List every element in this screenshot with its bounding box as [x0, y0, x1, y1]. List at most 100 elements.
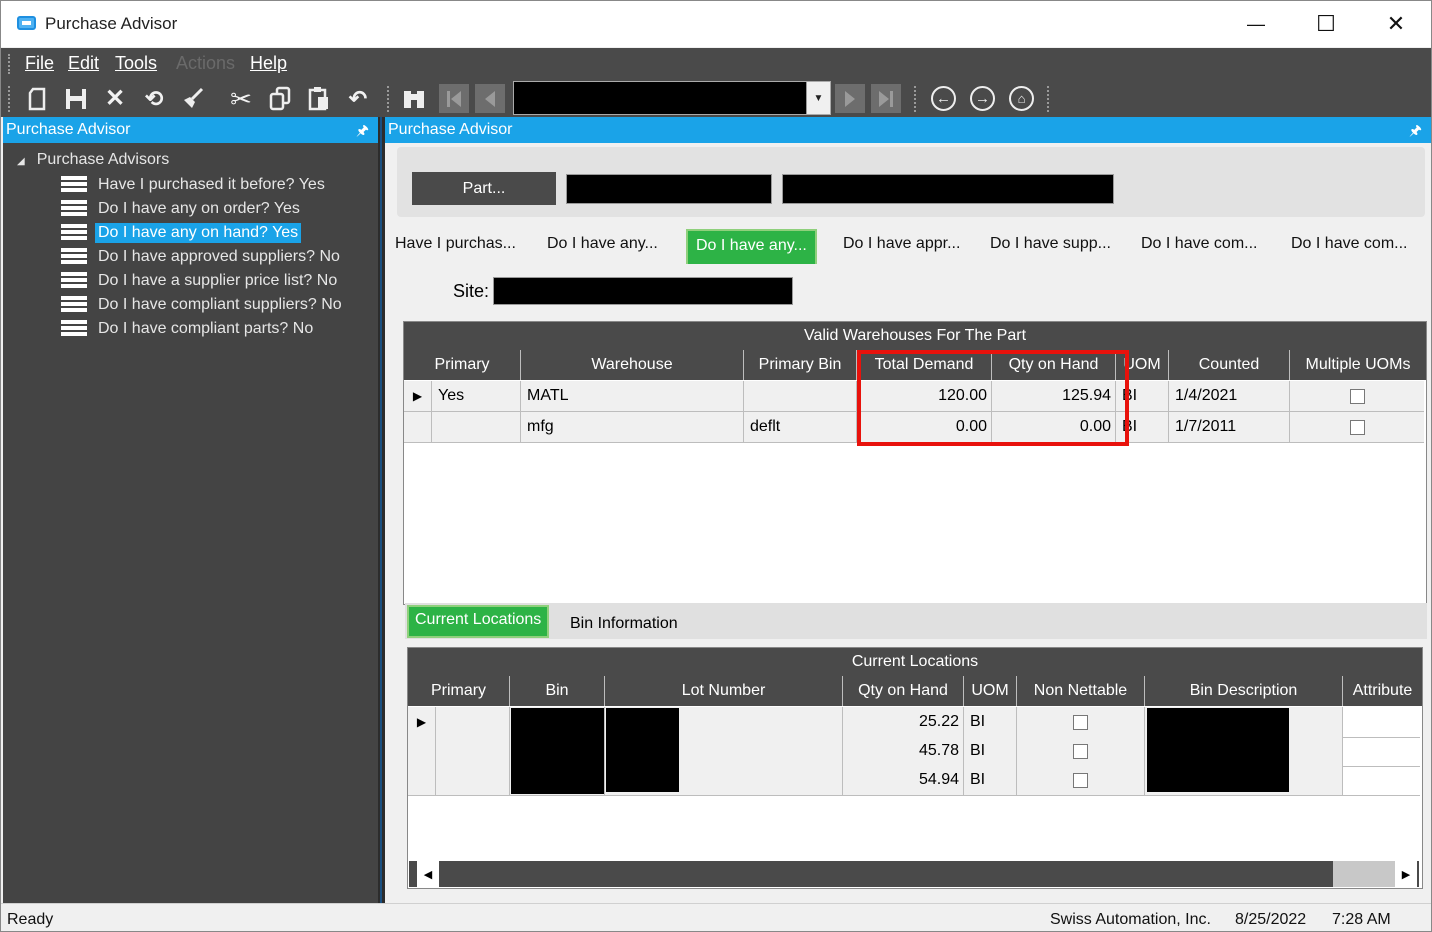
tab-on-hand[interactable]: Do I have any... — [686, 229, 817, 264]
cell-non-nettable[interactable] — [1017, 736, 1145, 766]
tree-item-on-hand[interactable]: Do I have any on hand? Yes — [61, 221, 302, 245]
cell-uom[interactable]: BI — [964, 736, 1017, 766]
multiple-uoms-checkbox[interactable] — [1349, 419, 1365, 435]
tree-item-compliant-suppliers[interactable]: Do I have compliant suppliers? No — [61, 293, 345, 317]
tree-item-supplier-price-list[interactable]: Do I have a supplier price list? No — [61, 269, 340, 293]
cell-uom[interactable]: BI — [964, 707, 1017, 737]
minimize-button[interactable]: — — [1221, 1, 1291, 47]
collapse-arrow-icon[interactable]: ◢ — [17, 156, 25, 167]
non-nettable-checkbox[interactable] — [1073, 714, 1088, 730]
cell-qty-on-hand[interactable]: 25.22 — [843, 707, 964, 737]
cell-uom[interactable]: BI — [964, 765, 1017, 795]
back-icon[interactable]: ← — [931, 86, 956, 111]
tab-supplier-price-list[interactable]: Do I have supp... — [990, 235, 1111, 253]
row-indicator[interactable] — [408, 765, 436, 795]
cell-warehouse[interactable]: mfg — [521, 412, 744, 442]
non-nettable-checkbox[interactable] — [1073, 772, 1088, 788]
part-description-field[interactable] — [782, 174, 1114, 204]
tree-item-purchased-before[interactable]: Have I purchased it before? Yes — [61, 173, 328, 197]
home-icon[interactable]: ⌂ — [1009, 86, 1034, 111]
refresh-icon[interactable]: ⟲ — [139, 84, 169, 114]
chevron-down-icon[interactable]: ▼ — [806, 82, 830, 114]
menu-edit[interactable]: Edit — [68, 53, 99, 74]
cell-counted[interactable]: 1/7/2011 — [1169, 412, 1290, 442]
col-lot-number[interactable]: Lot Number — [605, 676, 843, 706]
horizontal-scrollbar[interactable]: ◀ ▶ — [409, 861, 1419, 887]
part-button[interactable]: Part... — [412, 172, 556, 205]
col-primary[interactable]: Primary — [408, 676, 510, 706]
record-selector-combo[interactable]: ▼ — [513, 81, 831, 115]
col-non-nettable[interactable]: Non Nettable — [1017, 676, 1145, 706]
cell-qty-on-hand[interactable]: 45.78 — [843, 736, 964, 766]
tab-approved-suppliers[interactable]: Do I have appr... — [843, 235, 960, 253]
menu-help[interactable]: Help — [250, 53, 287, 74]
cell-warehouse[interactable]: MATL — [521, 381, 744, 411]
non-nettable-checkbox[interactable] — [1073, 743, 1088, 759]
col-primary-bin[interactable]: Primary Bin — [744, 350, 857, 380]
tab-on-order[interactable]: Do I have any... — [547, 235, 658, 253]
tab-compliant-suppliers[interactable]: Do I have com... — [1141, 235, 1258, 253]
pane-splitter[interactable] — [378, 117, 385, 903]
close-button[interactable]: ✕ — [1361, 1, 1431, 47]
cell-primary[interactable] — [436, 736, 510, 766]
forward-icon[interactable]: → — [970, 86, 995, 111]
col-primary[interactable]: Primary — [404, 350, 521, 380]
cell-non-nettable[interactable] — [1017, 765, 1145, 795]
col-attribute[interactable]: Attribute — [1343, 676, 1422, 706]
cell-attribute[interactable] — [1343, 736, 1420, 766]
cell-attribute[interactable] — [1343, 707, 1420, 737]
tab-bin-information[interactable]: Bin Information — [570, 615, 678, 633]
cell-primary[interactable] — [432, 412, 521, 442]
cut-icon[interactable]: ✂ — [226, 84, 256, 114]
menu-file[interactable]: File — [25, 53, 54, 74]
cell-counted[interactable]: 1/4/2021 — [1169, 381, 1290, 411]
cell-primary-bin[interactable]: deflt — [744, 412, 857, 442]
paste-icon[interactable] — [304, 84, 334, 114]
tab-purchased-before[interactable]: Have I purchas... — [395, 235, 516, 253]
binoculars-icon[interactable] — [399, 84, 429, 114]
toolbar-grip[interactable] — [8, 86, 11, 112]
col-multiple-uoms[interactable]: Multiple UOMs — [1290, 350, 1426, 380]
clear-icon[interactable] — [178, 84, 208, 114]
col-warehouse[interactable]: Warehouse — [521, 350, 744, 380]
maximize-button[interactable]: ☐ — [1291, 1, 1361, 47]
scroll-left-icon[interactable]: ◀ — [417, 861, 439, 887]
col-counted[interactable]: Counted — [1169, 350, 1290, 380]
tree-root[interactable]: ◢ Purchase Advisors — [17, 151, 169, 169]
tree-item-on-order[interactable]: Do I have any on order? Yes — [61, 197, 303, 221]
site-field[interactable] — [493, 277, 793, 305]
tree-item-approved-suppliers[interactable]: Do I have approved suppliers? No — [61, 245, 343, 269]
cell-multiple-uoms[interactable] — [1290, 412, 1424, 442]
multiple-uoms-checkbox[interactable] — [1349, 388, 1365, 404]
cell-primary[interactable]: Yes — [432, 381, 521, 411]
col-uom[interactable]: UOM — [964, 676, 1017, 706]
cell-primary[interactable] — [436, 707, 510, 737]
copy-icon[interactable] — [265, 84, 295, 114]
scrollbar-track-end[interactable] — [1333, 861, 1395, 887]
part-number-field[interactable] — [566, 174, 772, 204]
menu-grip[interactable] — [8, 54, 11, 74]
cell-qty-on-hand[interactable]: 54.94 — [843, 765, 964, 795]
tree-item-compliant-parts[interactable]: Do I have compliant parts? No — [61, 317, 316, 341]
cell-non-nettable[interactable] — [1017, 707, 1145, 737]
new-icon[interactable] — [23, 84, 53, 114]
row-indicator[interactable] — [404, 412, 432, 442]
tab-current-locations[interactable]: Current Locations — [407, 605, 550, 638]
row-indicator[interactable] — [408, 736, 436, 766]
undo-icon[interactable]: ↶ — [343, 84, 373, 114]
row-indicator[interactable]: ▶ — [408, 707, 436, 737]
menu-tools[interactable]: Tools — [115, 53, 157, 74]
cell-primary-bin[interactable] — [744, 381, 857, 411]
save-icon[interactable] — [61, 84, 91, 114]
col-bin-description[interactable]: Bin Description — [1145, 676, 1343, 706]
delete-icon[interactable]: ✕ — [100, 84, 130, 114]
row-indicator[interactable]: ▶ — [404, 381, 432, 411]
pin-icon[interactable]: 🖈 — [1409, 120, 1422, 144]
pin-icon[interactable]: 🖈 — [356, 120, 369, 144]
cell-multiple-uoms[interactable] — [1290, 381, 1424, 411]
tab-compliant-parts[interactable]: Do I have com... — [1291, 235, 1408, 253]
scroll-right-icon[interactable]: ▶ — [1395, 861, 1417, 887]
cell-attribute[interactable] — [1343, 765, 1420, 795]
cell-primary[interactable] — [436, 765, 510, 795]
col-qty-on-hand[interactable]: Qty on Hand — [843, 676, 964, 706]
